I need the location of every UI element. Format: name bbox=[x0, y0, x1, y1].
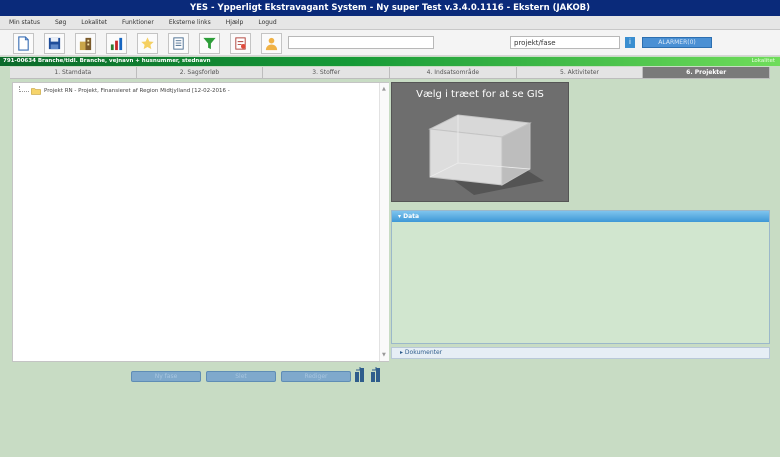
location-info-text: 791-00634 Branche/tidl. Branche, vejnavn… bbox=[3, 58, 211, 64]
notepad-icon bbox=[173, 37, 184, 50]
data-panel: ▾ Data bbox=[391, 210, 770, 344]
menu-item-lokalitet[interactable]: Lokalitet bbox=[81, 19, 107, 26]
search-input[interactable] bbox=[510, 36, 620, 49]
menu-item-min-status[interactable]: Min status bbox=[9, 19, 40, 26]
menu-item-eksterne-links[interactable]: Eksterne links bbox=[169, 19, 211, 26]
building-icon bbox=[79, 37, 92, 51]
building-button[interactable] bbox=[75, 33, 96, 54]
chart-icon bbox=[110, 37, 123, 51]
tree-connector bbox=[19, 86, 29, 92]
new-document-button[interactable] bbox=[13, 33, 34, 54]
save-icon bbox=[48, 37, 61, 50]
menu-item-hjaelp[interactable]: Hjælp bbox=[226, 19, 244, 26]
save-button[interactable] bbox=[44, 33, 65, 54]
menu-item-sog[interactable]: Søg bbox=[55, 19, 66, 26]
tab-projekter[interactable]: 6. Projekter bbox=[643, 67, 771, 79]
menu-item-logud[interactable]: Logud bbox=[258, 19, 276, 26]
filter-button[interactable] bbox=[199, 33, 220, 54]
location-info-right: Lokalitet bbox=[751, 58, 775, 64]
chart-button[interactable] bbox=[106, 33, 127, 54]
slet-button[interactable]: Slet bbox=[206, 371, 276, 382]
menu-item-funktioner[interactable]: Funktioner bbox=[122, 19, 154, 26]
menu-bar: Min status Søg Lokalitet Funktioner Ekst… bbox=[0, 16, 780, 30]
project-tree-panel: Projekt RN - Projekt, Finansieret af Reg… bbox=[12, 82, 389, 362]
gis-preview: Vælg i træet for at se GIS bbox=[391, 82, 569, 202]
notepad-button[interactable] bbox=[168, 33, 189, 54]
tree-node-label: Projekt RN - Projekt, Finansieret af Reg… bbox=[44, 88, 230, 94]
location-info-bar: 791-00634 Branche/tidl. Branche, vejnavn… bbox=[0, 57, 780, 66]
scroll-up-icon[interactable]: ▲ bbox=[382, 86, 386, 92]
tab-stoffer[interactable]: 3. Stoffer bbox=[263, 67, 391, 79]
rediger-button[interactable]: Rediger bbox=[281, 371, 351, 382]
user-button[interactable] bbox=[261, 33, 282, 54]
document-edit-button[interactable] bbox=[230, 33, 251, 54]
window-title: YES - Ypperligt Ekstravagant System - Ny… bbox=[0, 0, 780, 16]
star-button[interactable] bbox=[137, 33, 158, 54]
data-panel-header[interactable]: ▾ Data bbox=[392, 211, 769, 222]
tab-indsatsomrade[interactable]: 4. Indsatsområde bbox=[390, 67, 517, 79]
gis-title: Vælg i træet for at se GIS bbox=[416, 89, 544, 100]
user-icon bbox=[265, 37, 278, 51]
tree-structure-icon[interactable] bbox=[353, 366, 385, 382]
star-icon bbox=[141, 37, 154, 50]
scroll-down-icon[interactable]: ▼ bbox=[382, 352, 386, 358]
toolbar: i ALARMER(0) bbox=[0, 30, 780, 56]
folder-icon bbox=[31, 88, 41, 95]
tree-node-project[interactable]: Projekt RN - Projekt, Finansieret af Reg… bbox=[19, 86, 230, 95]
search-go-button[interactable]: i bbox=[625, 37, 635, 48]
documents-panel-header[interactable]: ▸ Dokumenter bbox=[391, 347, 770, 359]
tree-scrollbar[interactable]: ▲ ▼ bbox=[379, 83, 389, 361]
alarm-button[interactable]: ALARMER(0) bbox=[642, 37, 712, 48]
document-edit-icon bbox=[235, 37, 246, 50]
tab-aktiviteter[interactable]: 5. Aktiviteter bbox=[516, 67, 644, 79]
toolbar-input[interactable] bbox=[288, 36, 434, 49]
tab-sagsforlob[interactable]: 2. Sagsforløb bbox=[136, 67, 264, 79]
tab-bar: 1. Stamdata 2. Sagsforløb 3. Stoffer 4. … bbox=[10, 67, 771, 79]
tab-stamdata[interactable]: 1. Stamdata bbox=[10, 67, 137, 79]
new-document-icon bbox=[18, 36, 29, 51]
ny-fase-button[interactable]: Ny fase bbox=[131, 371, 201, 382]
gis-box-illustration bbox=[428, 114, 544, 195]
filter-icon bbox=[203, 37, 216, 50]
